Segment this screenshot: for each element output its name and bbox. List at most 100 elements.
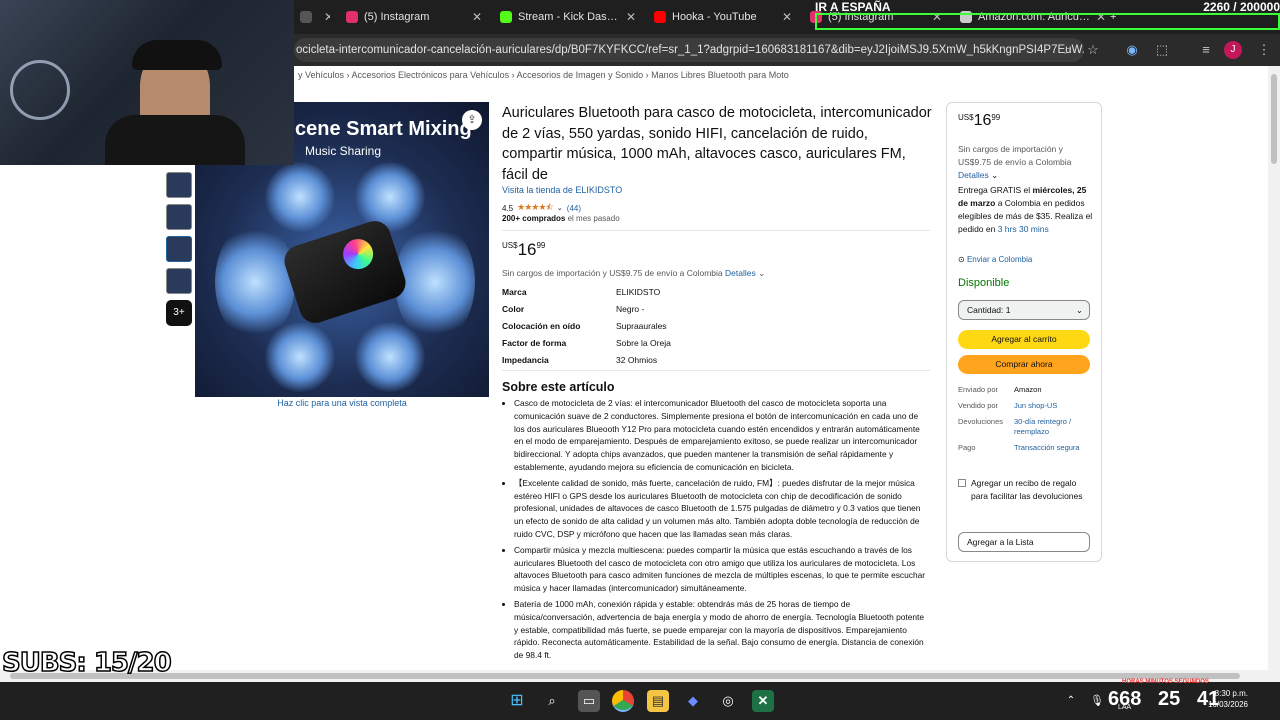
menu-icon[interactable]: ⋮ bbox=[1254, 40, 1274, 60]
browser-tab[interactable]: (5) Instagram ✕ bbox=[346, 6, 482, 28]
spec-key: Factor de forma bbox=[502, 337, 567, 348]
seller-info-value[interactable]: Jun shop-US bbox=[1014, 401, 1057, 411]
share-icon[interactable]: ⇪ bbox=[462, 110, 482, 130]
app-icon[interactable]: ◆ bbox=[682, 690, 704, 712]
sound-wave-top-left bbox=[265, 162, 335, 232]
seller-info-row: Pago Transacción segura bbox=[958, 443, 1093, 453]
instagram-icon bbox=[346, 11, 358, 23]
buy-now-button[interactable]: Comprar ahora bbox=[958, 355, 1090, 374]
seller-info-key: Pago bbox=[958, 443, 976, 452]
thumbnail-2[interactable] bbox=[166, 204, 192, 230]
hscroll-thumb[interactable] bbox=[10, 673, 1240, 679]
sound-wave-bottom-left bbox=[265, 322, 335, 392]
seller-info-value[interactable]: Transacción segura bbox=[1014, 443, 1080, 453]
seller-info-key: Enviado por bbox=[958, 385, 999, 394]
thumbnail-4[interactable] bbox=[166, 268, 192, 294]
microphone-icon[interactable]: 🎙 bbox=[1086, 690, 1108, 712]
browser-tab[interactable]: Hooka - YouTube ✕ bbox=[654, 6, 792, 28]
close-tab-icon[interactable]: ✕ bbox=[782, 10, 792, 24]
spec-row: Impedancia 32 Ohmios bbox=[502, 351, 930, 368]
media-icon[interactable]: ≡ bbox=[1196, 40, 1216, 60]
seller-info-value[interactable]: 30-día reintegro / reemplazo bbox=[1014, 417, 1093, 437]
chrome-icon[interactable] bbox=[612, 690, 634, 712]
webcam-overlay bbox=[0, 0, 294, 165]
zoom-icon[interactable]: ⌕ bbox=[1058, 40, 1078, 60]
full-view-link[interactable]: Haz clic para una vista completa bbox=[195, 398, 489, 408]
about-bullet: Compartir música y mezcla multiescena: p… bbox=[514, 544, 930, 595]
scroll-thumb[interactable] bbox=[1271, 74, 1277, 164]
spec-row: Colocación en oído Supraaurales bbox=[502, 318, 930, 335]
extensions-icon[interactable]: ⬚ bbox=[1152, 40, 1172, 60]
seller-info-row: Enviado por Amazon bbox=[958, 385, 1093, 395]
spec-key: Colocación en oído bbox=[502, 320, 581, 331]
spec-key: Color bbox=[502, 304, 525, 315]
specs-table: Marca ELIKIDSTO Color Negro - Colocación en … bbox=[502, 284, 930, 368]
seller-info-value: Amazon bbox=[1014, 385, 1042, 394]
spec-value: ELIKIDSTO bbox=[616, 287, 661, 298]
gift-checkbox[interactable] bbox=[958, 479, 966, 487]
sound-wave-bottom-right bbox=[355, 322, 425, 392]
divider bbox=[502, 370, 930, 371]
quantity-select[interactable]: Cantidad: 1 ⌄ bbox=[958, 300, 1090, 320]
seller-info-row: Devoluciones 30-día reintegro / reemplazo bbox=[958, 417, 1093, 437]
cast-icon[interactable]: ◉ bbox=[1122, 40, 1142, 60]
task-view-icon[interactable]: ▭ bbox=[578, 690, 600, 712]
overlay-counter: 2260 / 200000 bbox=[1203, 0, 1280, 14]
chevron-down-icon[interactable]: ⌄ bbox=[557, 204, 563, 212]
spec-value: Supraaurales bbox=[616, 320, 667, 331]
profile-avatar[interactable]: J bbox=[1224, 41, 1242, 59]
gift-receipt-option[interactable]: Agregar un recibo de regalo para facilit… bbox=[958, 477, 1093, 503]
tray-chevron-icon[interactable]: ⌃ bbox=[1060, 690, 1082, 712]
file-explorer-icon[interactable]: ▤ bbox=[647, 690, 669, 712]
about-bullet: Casco de motocicleta de 2 vías: el inter… bbox=[514, 397, 930, 474]
search-icon[interactable]: ⌕ bbox=[541, 690, 563, 712]
buybox-shipping: Sin cargos de importación y US$9.75 de e… bbox=[958, 144, 1072, 180]
seller-info-row: Vendido por Jun shop-US bbox=[958, 401, 1093, 411]
browser-tab[interactable]: po✕ bbox=[300, 6, 330, 28]
close-tab-icon[interactable]: ✕ bbox=[626, 10, 636, 24]
add-to-cart-button[interactable]: Agregar al carrito bbox=[958, 330, 1090, 349]
horizontal-scrollbar[interactable] bbox=[0, 670, 1280, 682]
intercom-device bbox=[280, 216, 410, 328]
thumbnail-3[interactable] bbox=[166, 236, 192, 262]
excel-icon[interactable]: ✕ bbox=[752, 690, 774, 712]
obs-icon[interactable]: ◎ bbox=[717, 690, 739, 712]
tab-label: Stream - Kick Dashboa bbox=[518, 11, 620, 23]
close-tab-icon[interactable]: ✕ bbox=[472, 10, 482, 24]
kick-icon bbox=[500, 11, 512, 23]
tab-label: Hooka - YouTube bbox=[672, 11, 757, 23]
thumbnail-1[interactable] bbox=[166, 172, 192, 198]
subs-goal-overlay: SUBS: 15/20 bbox=[1, 647, 172, 679]
image-heading: cene Smart Mixing bbox=[295, 118, 472, 140]
background-light bbox=[10, 60, 70, 120]
sound-wave-left bbox=[215, 222, 295, 342]
close-tab-icon[interactable]: ✕ bbox=[324, 10, 330, 24]
browser-tab[interactable]: Stream - Kick Dashboa ✕ bbox=[500, 6, 636, 28]
bookmark-star-icon[interactable]: ☆ bbox=[1083, 40, 1103, 60]
chevron-down-icon: ⌄ bbox=[991, 170, 999, 180]
product-price: US$1699 bbox=[502, 240, 546, 259]
thumbnail-more[interactable]: 3+ bbox=[166, 300, 192, 326]
vertical-scrollbar[interactable] bbox=[1268, 66, 1280, 670]
spec-value: Negro - bbox=[616, 304, 645, 315]
tab-label: (5) Instagram bbox=[364, 11, 430, 23]
deliver-to-location[interactable]: ⊙ Enviar a Colombia bbox=[958, 255, 1032, 264]
chevron-down-icon: ⌄ bbox=[758, 268, 766, 278]
spec-value: 32 Ohmios bbox=[616, 354, 658, 365]
add-to-list-button[interactable]: Agregar a la Lista bbox=[958, 532, 1090, 552]
language-indicator[interactable]: LAA bbox=[1118, 704, 1131, 711]
address-bar[interactable]: ocicleta-intercomunicador-cancelación-au… bbox=[294, 38, 1084, 62]
details-link[interactable]: Detalles bbox=[725, 268, 756, 278]
buybox-details-link[interactable]: Detalles bbox=[958, 170, 989, 180]
system-clock[interactable]: 8:30 p.m. 16/03/2026 bbox=[1198, 688, 1248, 710]
about-bullet: Batería de 1000 mAh, conexión rápida y e… bbox=[514, 598, 930, 662]
breadcrumb[interactable]: y Vehículos › Accesorios Electrónicos pa… bbox=[298, 70, 789, 80]
spec-value: Sobre la Oreja bbox=[616, 337, 671, 348]
about-bullet: 【Excelente calidad de sonido, más fuerte… bbox=[514, 477, 930, 541]
rating-value: 4.5 bbox=[502, 203, 514, 213]
review-count[interactable]: (44) bbox=[567, 204, 581, 213]
spec-key: Impedancia bbox=[502, 354, 549, 365]
store-link[interactable]: Visita la tienda de ELIKIDSTO bbox=[502, 185, 622, 195]
windows-start-icon[interactable]: ⊞ bbox=[506, 690, 528, 712]
seller-info-key: Devoluciones bbox=[958, 417, 1004, 426]
